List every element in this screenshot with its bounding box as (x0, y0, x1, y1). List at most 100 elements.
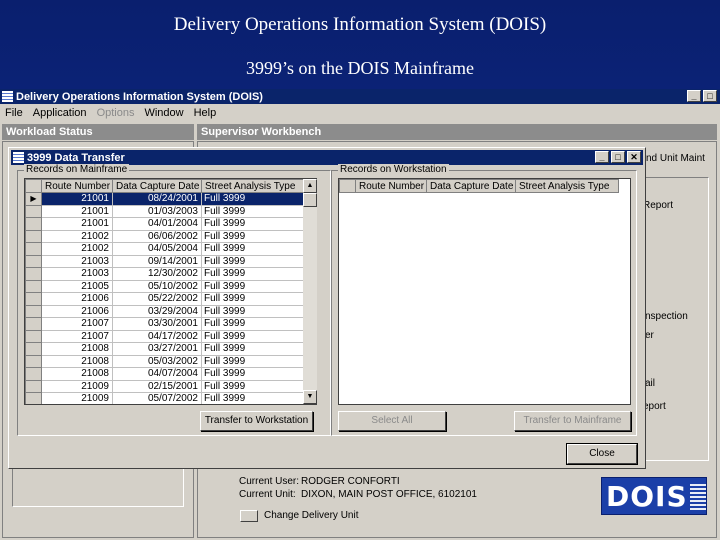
analysis-type-cell: Full 3999 (201, 267, 305, 281)
table-row[interactable]: 21007 04/17/2002 Full 3999 (25, 329, 305, 343)
analysis-type-cell: Full 3999 (201, 342, 305, 356)
grid-corner (25, 179, 42, 193)
row-selector[interactable] (25, 304, 42, 318)
analysis-type-cell: Full 3999 (201, 292, 305, 306)
table-row[interactable]: 21009 02/15/2001 Full 3999 (25, 379, 305, 393)
capture-date-cell: 02/15/2001 (112, 379, 202, 393)
analysis-type-cell: Full 3999 (201, 392, 305, 404)
bg-label-unit-maint[interactable]: nd Unit Maint (646, 153, 705, 164)
row-selector[interactable] (25, 279, 42, 293)
current-user-value: RODGER CONFORTI (301, 476, 400, 487)
capture-date-cell: 05/07/2002 (112, 392, 202, 404)
transfer-to-mainframe-button[interactable]: Transfer to Mainframe (514, 411, 631, 431)
row-selector[interactable] (25, 217, 42, 231)
ws-col-data-capture-date[interactable]: Data Capture Date (426, 179, 516, 193)
analysis-type-cell: Full 3999 (201, 354, 305, 368)
app-titlebar[interactable]: Delivery Operations Information System (… (0, 89, 720, 104)
table-row[interactable]: 21007 03/30/2001 Full 3999 (25, 317, 305, 331)
grid-corner (339, 179, 356, 193)
scroll-down-icon[interactable]: ▼ (303, 390, 317, 404)
select-all-button[interactable]: Select All (338, 411, 446, 431)
route-number-cell: 21009 (41, 392, 113, 404)
scroll-up-icon[interactable]: ▲ (303, 179, 317, 193)
table-row[interactable]: 21008 04/07/2004 Full 3999 (25, 367, 305, 381)
col-route-number[interactable]: Route Number (41, 179, 113, 193)
dialog-icon (13, 152, 24, 163)
row-selector[interactable] (25, 292, 42, 306)
mainframe-records-grid[interactable]: Route Number Data Capture Date Street An… (24, 178, 317, 405)
ws-col-street-analysis-type[interactable]: Street Analysis Type (515, 179, 619, 193)
close-button[interactable]: Close (566, 443, 638, 465)
analysis-type-cell: Full 3999 (201, 279, 305, 293)
ws-col-route-number[interactable]: Route Number (355, 179, 427, 193)
capture-date-cell: 04/07/2004 (112, 367, 202, 381)
route-number-cell: 21002 (41, 242, 113, 256)
table-row[interactable]: 21005 05/10/2002 Full 3999 (25, 279, 305, 293)
table-row[interactable]: 21006 05/22/2002 Full 3999 (25, 292, 305, 306)
row-selector[interactable] (25, 379, 42, 393)
row-selector[interactable] (25, 392, 42, 404)
analysis-type-cell: Full 3999 (201, 379, 305, 393)
table-row[interactable]: 21002 06/06/2002 Full 3999 (25, 229, 305, 243)
capture-date-cell: 04/17/2002 (112, 329, 202, 343)
maximize-icon[interactable]: □ (703, 90, 717, 102)
table-row[interactable]: ▶ 21001 08/24/2001 Full 3999 (25, 192, 305, 206)
bg-label-er[interactable]: er (645, 330, 654, 341)
route-number-cell: 21001 (41, 217, 113, 231)
scroll-thumb[interactable] (303, 193, 317, 207)
menu-window[interactable]: Window (139, 107, 188, 119)
menu-application[interactable]: Application (28, 107, 92, 119)
row-pointer-icon[interactable]: ▶ (25, 192, 42, 206)
menubar: File Application Options Window Help (0, 104, 720, 121)
row-selector[interactable] (25, 242, 42, 256)
table-row[interactable]: 21009 05/07/2002 Full 3999 (25, 392, 305, 404)
dialog-minimize-icon[interactable]: _ (595, 151, 609, 163)
row-selector[interactable] (25, 342, 42, 356)
route-number-cell: 21001 (41, 192, 113, 206)
transfer-to-workstation-button[interactable]: Transfer to Workstation (200, 411, 313, 431)
dois-logo: DOIS (601, 477, 707, 515)
dialog-close-icon[interactable]: ✕ (627, 151, 641, 163)
menu-file[interactable]: File (0, 107, 28, 119)
menu-options[interactable]: Options (92, 107, 140, 119)
bg-label-inspection[interactable]: nspection (645, 311, 688, 322)
bg-label-ail[interactable]: ail (645, 378, 655, 389)
minimize-icon[interactable]: _ (687, 90, 701, 102)
menu-help[interactable]: Help (189, 107, 222, 119)
logo-text: DOIS (606, 479, 688, 513)
row-selector[interactable] (25, 329, 42, 343)
row-selector[interactable] (25, 254, 42, 268)
dialog-maximize-icon[interactable]: □ (611, 151, 625, 163)
bg-label-eport[interactable]: eport (643, 401, 666, 412)
mainframe-scrollbar[interactable]: ▲ ▼ (303, 179, 317, 404)
data-transfer-dialog: 3999 Data Transfer _ □ ✕ Records on Main… (8, 147, 646, 469)
table-row[interactable]: 21008 03/27/2001 Full 3999 (25, 342, 305, 356)
logo-mark-icon (689, 482, 706, 510)
change-delivery-unit-label[interactable]: Change Delivery Unit (264, 510, 359, 521)
row-selector[interactable] (25, 317, 42, 331)
capture-date-cell: 03/29/2004 (112, 304, 202, 318)
capture-date-cell: 04/01/2004 (112, 217, 202, 231)
col-street-analysis-type[interactable]: Street Analysis Type (201, 179, 305, 193)
workstation-records-grid[interactable]: Route Number Data Capture Date Street An… (338, 178, 631, 405)
row-selector[interactable] (25, 267, 42, 281)
analysis-type-cell: Full 3999 (201, 204, 305, 218)
dialog-titlebar[interactable]: 3999 Data Transfer _ □ ✕ (11, 150, 643, 165)
row-selector[interactable] (25, 367, 42, 381)
table-row[interactable]: 21003 09/14/2001 Full 3999 (25, 254, 305, 268)
row-selector[interactable] (25, 204, 42, 218)
change-delivery-unit-button[interactable] (240, 510, 258, 522)
table-row[interactable]: 21001 04/01/2004 Full 3999 (25, 217, 305, 231)
table-row[interactable]: 21003 12/30/2002 Full 3999 (25, 267, 305, 281)
bg-label-report[interactable]: Report (643, 200, 673, 211)
table-row[interactable]: 21008 05/03/2002 Full 3999 (25, 354, 305, 368)
row-selector[interactable] (25, 229, 42, 243)
col-data-capture-date[interactable]: Data Capture Date (112, 179, 202, 193)
row-selector[interactable] (25, 354, 42, 368)
route-number-cell: 21007 (41, 329, 113, 343)
analysis-type-cell: Full 3999 (201, 367, 305, 381)
table-row[interactable]: 21002 04/05/2004 Full 3999 (25, 242, 305, 256)
table-row[interactable]: 21001 01/03/2003 Full 3999 (25, 204, 305, 218)
slide-subtitle: 3999’s on the DOIS Mainframe (246, 58, 474, 78)
table-row[interactable]: 21006 03/29/2004 Full 3999 (25, 304, 305, 318)
